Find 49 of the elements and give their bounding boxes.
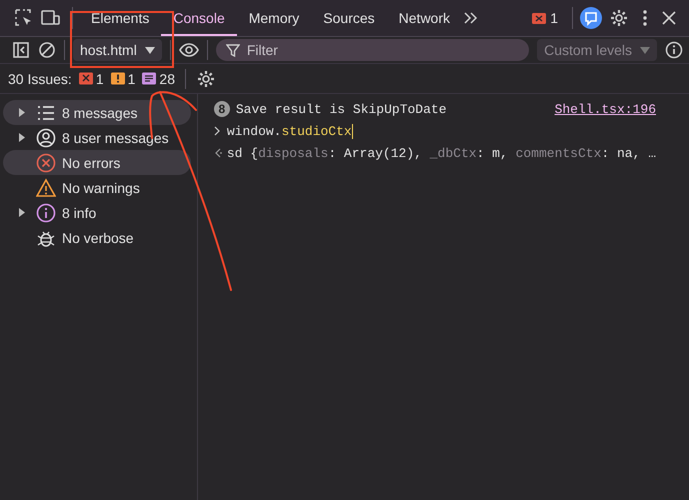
source-link[interactable]: Shell.tsx:196 [554,102,656,116]
settings-icon[interactable] [196,68,216,88]
sidebar-item[interactable]: 8 info [3,200,191,225]
sidebar-item[interactable]: 8 messages [3,100,191,125]
sidebar-item[interactable]: 8 user messages [3,125,191,150]
prompt-icon [214,126,221,136]
info-icon[interactable] [665,41,683,59]
error-icon [36,152,56,172]
text-cursor [352,124,353,138]
filter-field[interactable]: Filter [216,39,530,61]
warning-icon [110,72,126,85]
panel-tab[interactable]: Console [161,0,237,36]
error-icon [531,10,548,26]
ai-assistant-icon[interactable] [579,6,603,30]
filter-icon [226,44,240,57]
panel-tab[interactable]: Network [386,0,462,36]
clear-icon[interactable] [38,41,56,59]
panel-tab[interactable]: Sources [311,0,387,36]
error-count[interactable]: 1 [550,10,558,26]
panel-tab[interactable]: Elements [79,0,162,36]
sidebar-item[interactable]: No verbose [3,225,191,250]
eye-icon[interactable] [178,41,199,59]
sidebar-toggle-icon[interactable] [12,41,30,59]
inspect-icon[interactable] [14,8,34,28]
panel-tab[interactable]: Memory [236,0,312,36]
settings-icon[interactable] [609,8,629,28]
caret-icon [144,46,155,54]
issues-label: 30 Issues: [8,70,72,86]
error-icon [78,72,94,85]
log-message: Save result is SkipUpToDate [236,102,447,116]
result-text: sd {disposals: Array(12), _dbCtx: m, commentsCtx: na, … [226,146,656,160]
command-text: window.studioCtx [226,124,352,138]
more-options-icon[interactable] [641,9,649,27]
result-icon [214,148,223,158]
close-icon[interactable] [661,10,677,26]
issue-count[interactable]: 1 [128,70,136,86]
repeat-count: 8 [214,101,230,117]
levels-dropdown[interactable]: Custom levels [537,39,657,61]
message-icon [141,72,158,85]
caret-icon [640,46,650,54]
sidebar-item[interactable]: No errors [3,150,191,175]
device-toolbar-icon[interactable] [40,8,60,28]
issue-count[interactable]: 28 [159,70,175,86]
warning-icon [36,178,56,198]
user-icon [36,128,56,148]
issue-count[interactable]: 1 [96,70,104,86]
sidebar-item[interactable]: No warnings [3,175,191,200]
info-icon [36,202,56,222]
context-dropdown[interactable]: host.html [73,39,162,61]
